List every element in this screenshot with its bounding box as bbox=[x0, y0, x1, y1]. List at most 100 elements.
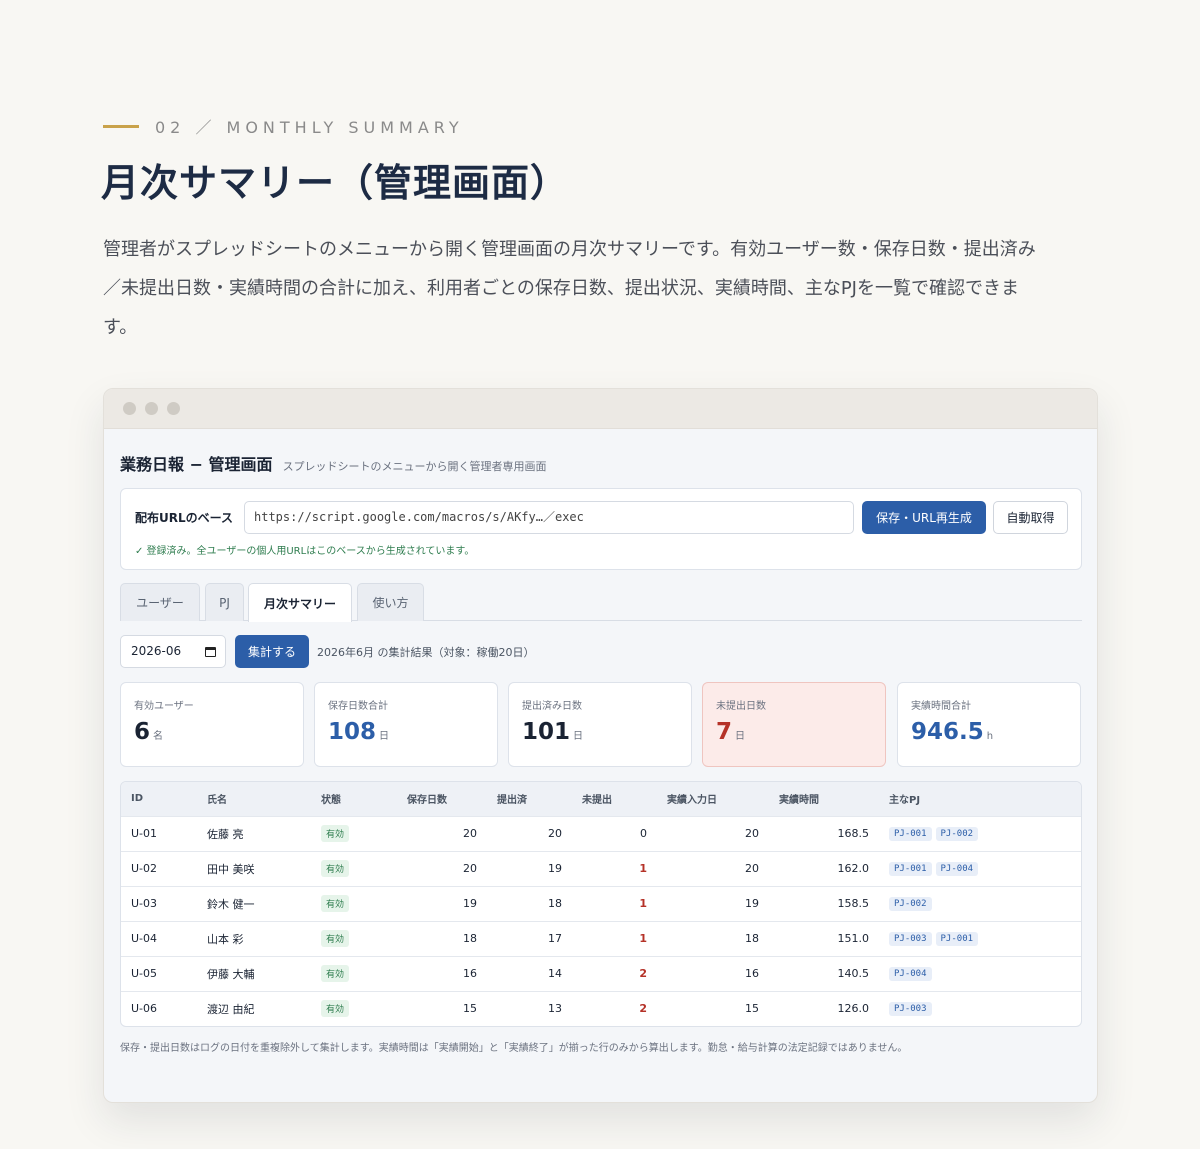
col-header-unsubmitted[interactable]: 未提出 bbox=[572, 782, 657, 816]
tab-pj[interactable]: PJ bbox=[205, 583, 244, 621]
stat-card-submitted-days: 提出済み日数 101 日 bbox=[508, 682, 692, 767]
window-close-dot[interactable] bbox=[123, 402, 136, 415]
summary-table: ID 氏名 状態 保存日数 提出済 未提出 実績入力日 実績時間 主なPJ U-… bbox=[120, 781, 1082, 1027]
table-row[interactable]: U-02 田中 美咲 有効 20 19 1 20 162.0 PJ-001 PJ-004 bbox=[121, 851, 1081, 886]
stat-value: 6名 bbox=[134, 719, 164, 745]
table-cell: 126.0 bbox=[837, 1002, 870, 1016]
table-cell: 14 bbox=[548, 967, 562, 980]
col-header-name[interactable]: 氏名 bbox=[197, 782, 311, 816]
table-cell: 20 bbox=[548, 827, 562, 840]
table-cell: 1 bbox=[639, 897, 647, 910]
table-cell: 山本 彩 bbox=[207, 932, 244, 946]
tab-users[interactable]: ユーザー bbox=[120, 583, 200, 621]
app-subtitle: スプレッドシートのメニューから開く管理者専用画面 bbox=[282, 460, 547, 473]
col-header-status[interactable]: 状態 bbox=[311, 782, 397, 816]
table-cell: 13 bbox=[548, 1002, 562, 1016]
tab-how-to[interactable]: 使い方 bbox=[357, 583, 424, 621]
table-cell: 佐藤 亮 bbox=[207, 827, 244, 841]
app-window: 業務日報 − 管理画面 スプレッドシートのメニューから開く管理者専用画面 配布U… bbox=[103, 388, 1098, 1103]
stat-label: 実績時間合計 bbox=[911, 701, 971, 712]
table-cell: PJ-004 bbox=[879, 956, 1081, 991]
stat-value: 946.5 h bbox=[911, 719, 994, 745]
col-header-submitted[interactable]: 提出済 bbox=[487, 782, 572, 816]
pj-tag: PJ-004 bbox=[935, 862, 979, 876]
window-minimize-dot[interactable] bbox=[145, 402, 158, 415]
month-value: 2026-06 bbox=[131, 644, 182, 658]
table-cell: 20 bbox=[745, 827, 759, 840]
col-header-saved[interactable]: 保存日数 bbox=[397, 782, 487, 816]
pj-tag: PJ-001 bbox=[935, 932, 979, 946]
section-eyebrow: 02 ／ MONTHLY SUMMARY bbox=[103, 115, 464, 137]
window-zoom-dot[interactable] bbox=[167, 402, 180, 415]
table-cell: 1 bbox=[639, 862, 647, 875]
table-cell: 151.0 bbox=[837, 932, 870, 945]
table-cell: PJ-003 PJ-001 bbox=[879, 921, 1081, 956]
month-picker[interactable]: 2026-06 bbox=[120, 635, 226, 668]
stat-card-total-hours: 実績時間合計 946.5 h bbox=[897, 682, 1081, 767]
stat-value: 101 日 bbox=[522, 719, 584, 745]
stat-label: 保存日数合計 bbox=[328, 701, 388, 712]
section-title: 月次サマリー（管理画面） bbox=[101, 160, 570, 205]
pj-tag: PJ-002 bbox=[889, 897, 932, 911]
col-header-entry-days[interactable]: 実績入力日 bbox=[657, 782, 769, 816]
table-cell: 有効 bbox=[311, 816, 397, 851]
table-cell: 18 bbox=[463, 932, 477, 945]
table-cell: PJ-001 PJ-002 bbox=[879, 816, 1081, 851]
col-header-id[interactable]: ID bbox=[121, 782, 197, 816]
eyebrow-rule bbox=[103, 124, 139, 128]
table-cell: 20 bbox=[463, 862, 477, 875]
calendar-icon[interactable] bbox=[205, 647, 216, 657]
table-cell: 有効 bbox=[311, 956, 397, 991]
table-cell: 162.0 bbox=[837, 862, 870, 875]
stat-card-active-users: 有効ユーザー 6名 bbox=[120, 682, 304, 767]
status-badge: 有効 bbox=[321, 930, 350, 947]
col-header-main-pj[interactable]: 主なPJ bbox=[879, 782, 1081, 816]
pj-tag: PJ-001 bbox=[889, 827, 932, 841]
table-footnote: 保存・提出日数はログの日付を重複除外して集計します。実績時間は「実績開始」と「実… bbox=[120, 1043, 908, 1054]
stat-value: 7日 bbox=[716, 719, 746, 745]
table-cell: 17 bbox=[548, 932, 562, 945]
table-cell: 2 bbox=[639, 1002, 647, 1016]
aggregate-result-text: 2026年6月 の集計結果（対象：稼働20日） bbox=[317, 646, 535, 659]
table-cell: U-02 bbox=[131, 862, 158, 875]
table-cell: 15 bbox=[745, 1002, 759, 1016]
url-label: 配布URLのベース bbox=[135, 511, 234, 525]
url-input[interactable]: https://script.google.com/macros/s/AKfy…… bbox=[244, 501, 854, 534]
table-cell: U-01 bbox=[131, 827, 158, 840]
table-cell: 20 bbox=[463, 827, 477, 840]
pj-tag: PJ-003 bbox=[889, 932, 932, 946]
table-cell: 田中 美咲 bbox=[207, 862, 255, 876]
table-cell: 19 bbox=[463, 897, 477, 910]
table-cell: 1 bbox=[639, 932, 647, 945]
table-row[interactable]: U-04 山本 彩 有効 18 17 1 18 151.0 PJ-003 PJ-001 bbox=[121, 921, 1081, 956]
pj-tag: PJ-003 bbox=[889, 1002, 932, 1017]
status-badge: 有効 bbox=[321, 895, 350, 912]
table-cell: 16 bbox=[463, 967, 477, 980]
aggregate-button[interactable]: 集計する bbox=[235, 635, 309, 668]
stat-label: 提出済み日数 bbox=[522, 701, 582, 712]
url-status-message: ✓ 登録済み。全ユーザーの個人用URLはこのベースから生成されています。 bbox=[135, 546, 475, 557]
table-row[interactable]: U-06 渡辺 由紀 有効 15 13 2 15 126.0 PJ-003 bbox=[121, 991, 1081, 1026]
table-cell: 2 bbox=[639, 967, 647, 980]
table-cell: 有効 bbox=[311, 851, 397, 886]
table-cell: 158.5 bbox=[837, 897, 870, 910]
window-titlebar bbox=[104, 389, 1097, 429]
status-badge: 有効 bbox=[321, 860, 350, 877]
table-cell: 鈴木 健一 bbox=[207, 897, 255, 911]
section-description: 管理者がスプレッドシートのメニューから開く管理画面の月次サマリーです。有効ユーザ… bbox=[103, 239, 1036, 338]
col-header-hours[interactable]: 実績時間 bbox=[769, 782, 879, 816]
table-row[interactable]: U-01 佐藤 亮 有効 20 20 0 20 168.5 PJ-001 PJ-002 bbox=[121, 816, 1081, 851]
pj-tag: PJ-002 bbox=[935, 827, 979, 841]
table-row[interactable]: U-05 伊藤 大輔 有効 16 14 2 16 140.5 PJ-004 bbox=[121, 956, 1081, 991]
status-badge: 有効 bbox=[321, 825, 350, 842]
app-header: 業務日報 − 管理画面 スプレッドシートのメニューから開く管理者専用画面 bbox=[120, 451, 547, 475]
table-row[interactable]: U-03 鈴木 健一 有効 19 18 1 19 158.5 PJ-002 bbox=[121, 886, 1081, 921]
table-cell: U-04 bbox=[131, 932, 158, 945]
table-cell: 18 bbox=[548, 897, 562, 910]
auto-fetch-button[interactable]: 自動取得 bbox=[993, 501, 1068, 534]
save-url-button[interactable]: 保存・URL再生成 bbox=[862, 501, 986, 534]
tab-monthly-summary[interactable]: 月次サマリー bbox=[248, 583, 352, 622]
stat-value: 108 日 bbox=[328, 719, 390, 745]
table-cell: PJ-001 PJ-004 bbox=[879, 851, 1081, 886]
table-cell: 0 bbox=[640, 827, 647, 840]
